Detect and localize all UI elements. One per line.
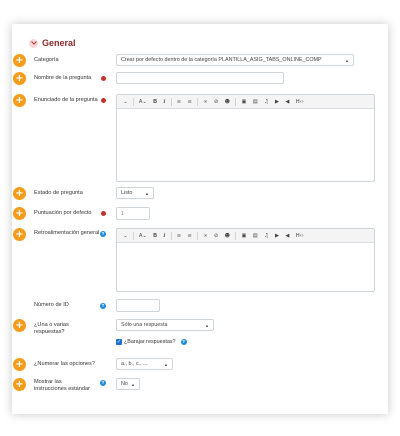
italic-button[interactable]: I [160,231,168,241]
estado-select[interactable]: Listo ▲ [116,187,154,199]
link-icon[interactable]: ∞ [200,97,211,107]
label-instrucciones: Mostrar las instrucciones estándar [34,379,90,392]
unlink-icon[interactable]: ⊘ [211,97,222,107]
toolbar-divider [235,231,237,240]
label-enunciado: Enunciado de la pregunta [34,97,98,103]
enunciado-editor[interactable]: ⌄ A⌄ B I ≡ ≡ ∞ ⊘ ☻ ▣ ▤ ♫ ▶ ◀ H‹› [116,94,375,182]
editor-toolbar: ⌄ A⌄ B I ≡ ≡ ∞ ⊘ ☻ ▣ ▤ ♫ ▶ ◀ H‹› [117,229,374,243]
file-icon[interactable]: ▤ [250,97,261,107]
html-icon[interactable]: H‹› [293,97,307,107]
plus-icon[interactable]: + [13,378,26,391]
label-numero-id: Número de ID [34,302,69,308]
italic-button[interactable]: I [160,97,168,107]
link-icon[interactable]: ∞ [200,231,211,241]
required-icon [101,76,106,81]
help-icon[interactable]: ? [100,231,106,237]
numerar-value: a., b., c., ... [121,361,148,367]
emoji-icon[interactable]: ☻ [221,231,233,241]
editor-toolbar: ⌄ A⌄ B I ≡ ≡ ∞ ⊘ ☻ ▣ ▤ ♫ ▶ ◀ H‹› [117,95,374,109]
label-estado: Estado de pregunta [34,190,83,196]
bold-button[interactable]: B [150,97,160,107]
plus-icon[interactable]: + [13,54,26,67]
select-arrow-icon: ▲︎ [345,57,349,63]
estado-value: Listo [121,190,133,196]
plus-icon[interactable]: + [13,94,26,107]
checkbox-checked-icon[interactable]: ✓ [116,339,122,345]
label-categoria: Categoría [34,57,59,63]
plus-icon[interactable]: + [13,228,26,241]
select-arrow-icon: ▲ [205,322,209,328]
required-icon [101,211,106,216]
select-arrow-icon: ▲ [164,361,168,367]
respuestas-value: Sólo una respuesta [121,322,168,328]
instrucciones-select[interactable]: No ▲ [116,378,140,390]
label-retro: Retroalimentación general [34,230,100,236]
microphone-icon[interactable]: ♫ [261,231,272,241]
image-icon[interactable]: ▣ [238,97,249,107]
toolbar-divider [170,231,172,240]
select-arrow-icon: ▲ [131,381,135,387]
file-icon[interactable]: ▤ [250,231,261,241]
html-icon[interactable]: H‹› [293,231,307,241]
label-nombre: Nombre de la pregunta [34,75,92,81]
select-arrow-icon: ▲ [145,190,149,196]
plus-icon[interactable]: + [13,207,26,220]
font-style-icon[interactable]: A⌄ [136,231,150,241]
ordered-list-icon[interactable]: ≡ [184,231,195,241]
emoji-icon[interactable]: ☻ [221,97,233,107]
respuestas-select[interactable]: Sólo una respuesta ▲ [116,319,214,331]
label-barajar: ¿Barajar respuestas? [124,339,176,345]
help-icon[interactable]: ? [180,339,187,345]
puntuacion-input[interactable]: 1 [116,207,150,220]
numero-id-input[interactable] [116,299,160,312]
media-icon[interactable]: ◀ [282,231,292,241]
paragraph-icon[interactable]: ⌄ [120,97,131,107]
toolbar-divider [132,97,134,106]
required-icon [101,98,106,103]
help-icon[interactable]: ? [100,303,106,309]
section-title: General [42,38,76,48]
section-header-general[interactable]: General [29,38,76,48]
plus-icon[interactable]: + [13,72,26,85]
paragraph-icon[interactable]: ⌄ [120,231,131,241]
label-numerar: ¿Numerar las opciones? [34,361,95,367]
microphone-icon[interactable]: ♫ [261,97,272,107]
plus-icon[interactable]: + [13,319,26,332]
video-icon[interactable]: ▶ [272,97,282,107]
plus-icon[interactable]: + [13,187,26,200]
ordered-list-icon[interactable]: ≡ [184,97,195,107]
categoria-select[interactable]: Crear por defecto dentro de la categoría… [116,54,354,66]
plus-icon[interactable]: + [13,358,26,371]
label-puntuacion: Puntuación por defecto [34,210,92,216]
help-icon[interactable]: ? [100,380,106,386]
nombre-input[interactable] [116,72,284,84]
toolbar-divider [197,231,199,240]
toolbar-divider [235,97,237,106]
question-form-card: General + Categoría Crear por defecto de… [12,24,388,414]
categoria-value: Crear por defecto dentro de la categoría… [121,57,322,63]
chevron-down-icon[interactable] [29,38,38,48]
toolbar-divider [132,231,134,240]
unordered-list-icon[interactable]: ≡ [174,97,185,107]
toolbar-divider [197,97,199,106]
bold-button[interactable]: B [150,231,160,241]
toolbar-divider [170,97,172,106]
video-icon[interactable]: ▶ [272,231,282,241]
numerar-select[interactable]: a., b., c., ... ▲ [116,358,173,370]
media-icon[interactable]: ◀ [282,97,292,107]
unordered-list-icon[interactable]: ≡ [174,231,185,241]
unlink-icon[interactable]: ⊘ [211,231,222,241]
barajar-checkbox-row[interactable]: ✓ ¿Barajar respuestas? ? [116,339,187,345]
label-respuestas: ¿Una o varias respuestas? [34,322,69,335]
instrucciones-value: No [121,381,128,387]
retro-editor[interactable]: ⌄ A⌄ B I ≡ ≡ ∞ ⊘ ☻ ▣ ▤ ♫ ▶ ◀ H‹› [116,228,375,292]
font-style-icon[interactable]: A⌄ [136,97,150,107]
image-icon[interactable]: ▣ [238,231,249,241]
